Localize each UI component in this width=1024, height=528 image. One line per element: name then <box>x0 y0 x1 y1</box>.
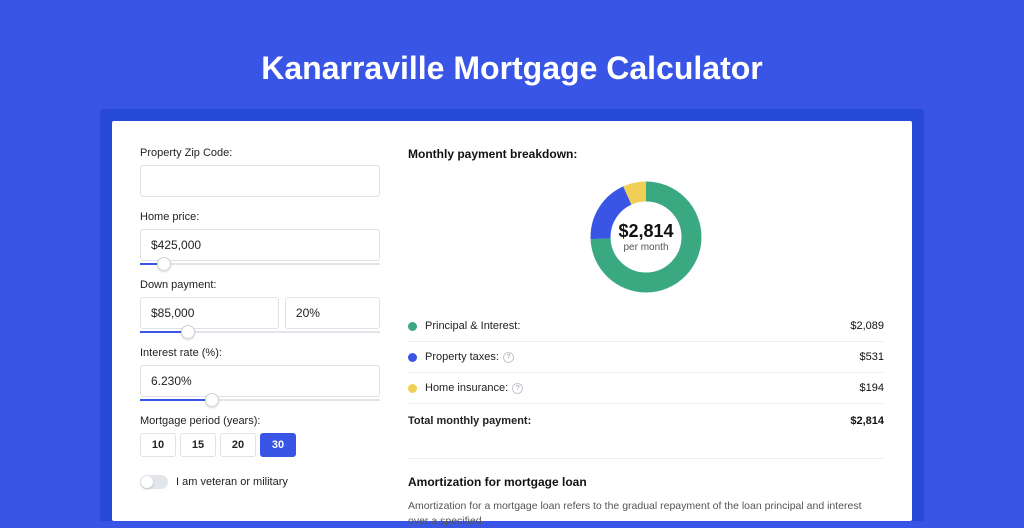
field-period: Mortgage period (years): 10152030 <box>140 415 380 457</box>
info-icon[interactable]: ? <box>503 352 514 363</box>
donut-center: $2,814 per month <box>586 177 706 297</box>
veteran-label: I am veteran or military <box>176 476 288 488</box>
legend-total-row: Total monthly payment: $2,814 <box>408 404 884 436</box>
field-down-payment: Down payment: <box>140 279 380 333</box>
breakdown-panel: Monthly payment breakdown: $2,814 per mo… <box>408 147 884 521</box>
legend-label: Home insurance: <box>425 382 508 394</box>
interest-rate-input[interactable] <box>140 365 380 397</box>
legend-value: $2,089 <box>850 320 884 332</box>
down-payment-percent-input[interactable] <box>285 297 380 329</box>
period-button-20[interactable]: 20 <box>220 433 256 457</box>
donut-amount: $2,814 <box>618 221 673 242</box>
home-price-input[interactable] <box>140 229 380 261</box>
period-options: 10152030 <box>140 433 380 457</box>
period-label: Mortgage period (years): <box>140 415 380 427</box>
donut-sub: per month <box>623 242 668 253</box>
interest-rate-slider[interactable] <box>140 399 380 401</box>
interest-rate-label: Interest rate (%): <box>140 347 380 359</box>
home-price-slider[interactable] <box>140 263 380 265</box>
amortization-title: Amortization for mortgage loan <box>408 475 884 489</box>
legend-dot <box>408 322 417 331</box>
field-veteran: I am veteran or military <box>140 475 380 489</box>
period-button-10[interactable]: 10 <box>140 433 176 457</box>
slider-thumb[interactable] <box>181 325 195 339</box>
down-payment-label: Down payment: <box>140 279 380 291</box>
hero: Kanarraville Mortgage Calculator <box>0 0 1024 109</box>
down-payment-amount-input[interactable] <box>140 297 279 329</box>
info-icon[interactable]: ? <box>512 383 523 394</box>
legend-dot <box>408 353 417 362</box>
zip-label: Property Zip Code: <box>140 147 380 159</box>
field-interest-rate: Interest rate (%): <box>140 347 380 401</box>
field-home-price: Home price: <box>140 211 380 265</box>
legend-value: $194 <box>860 382 884 394</box>
field-zip: Property Zip Code: <box>140 147 380 197</box>
legend-dot <box>408 384 417 393</box>
slider-thumb[interactable] <box>157 257 171 271</box>
legend-label: Property taxes: <box>425 351 499 363</box>
donut-chart: $2,814 per month <box>586 177 706 297</box>
calculator-card: Property Zip Code: Home price: Down paym… <box>112 121 912 521</box>
legend-value: $531 <box>860 351 884 363</box>
legend-row: Property taxes:? $531 <box>408 342 884 373</box>
amortization-section: Amortization for mortgage loan Amortizat… <box>408 458 884 528</box>
donut-chart-wrap: $2,814 per month <box>408 167 884 311</box>
veteran-toggle[interactable] <box>140 475 168 489</box>
legend-total-label: Total monthly payment: <box>408 415 531 427</box>
slider-thumb[interactable] <box>205 393 219 407</box>
legend-label: Principal & Interest: <box>425 320 520 332</box>
period-button-15[interactable]: 15 <box>180 433 216 457</box>
legend: Principal & Interest: $2,089 Property taxe… <box>408 311 884 436</box>
page-title: Kanarraville Mortgage Calculator <box>0 50 1024 87</box>
amortization-text: Amortization for a mortgage loan refers … <box>408 499 884 528</box>
breakdown-title: Monthly payment breakdown: <box>408 147 884 161</box>
legend-row: Principal & Interest: $2,089 <box>408 311 884 342</box>
legend-total-value: $2,814 <box>850 415 884 427</box>
home-price-label: Home price: <box>140 211 380 223</box>
period-button-30[interactable]: 30 <box>260 433 296 457</box>
form-panel: Property Zip Code: Home price: Down paym… <box>140 147 380 521</box>
legend-row: Home insurance:? $194 <box>408 373 884 404</box>
down-payment-slider[interactable] <box>140 331 380 333</box>
card-outer: Property Zip Code: Home price: Down paym… <box>100 109 924 521</box>
zip-input[interactable] <box>140 165 380 197</box>
